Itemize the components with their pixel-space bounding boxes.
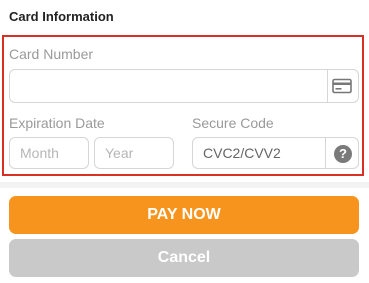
secure-code-placeholder: CVC2/CVV2 — [203, 145, 281, 161]
secure-code-divider — [325, 138, 326, 168]
card-icon-divider — [327, 70, 328, 102]
expiration-month-input[interactable]: Month — [9, 137, 89, 169]
section-title: Card Information — [9, 9, 114, 24]
expiration-year-input[interactable]: Year — [94, 137, 174, 169]
card-number-label: Card Number — [9, 46, 94, 62]
credit-card-icon — [332, 78, 352, 94]
card-number-input[interactable] — [9, 69, 359, 103]
month-placeholder: Month — [20, 145, 59, 161]
pay-now-button[interactable]: PAY NOW — [9, 196, 359, 234]
secure-code-input[interactable]: CVC2/CVV2 ? — [192, 137, 359, 169]
section-separator — [0, 182, 369, 188]
expiration-date-label: Expiration Date — [9, 115, 105, 131]
cancel-button[interactable]: Cancel — [9, 239, 359, 277]
question-circle-icon[interactable]: ? — [334, 145, 352, 163]
year-placeholder: Year — [105, 145, 134, 161]
secure-code-label: Secure Code — [192, 115, 274, 131]
